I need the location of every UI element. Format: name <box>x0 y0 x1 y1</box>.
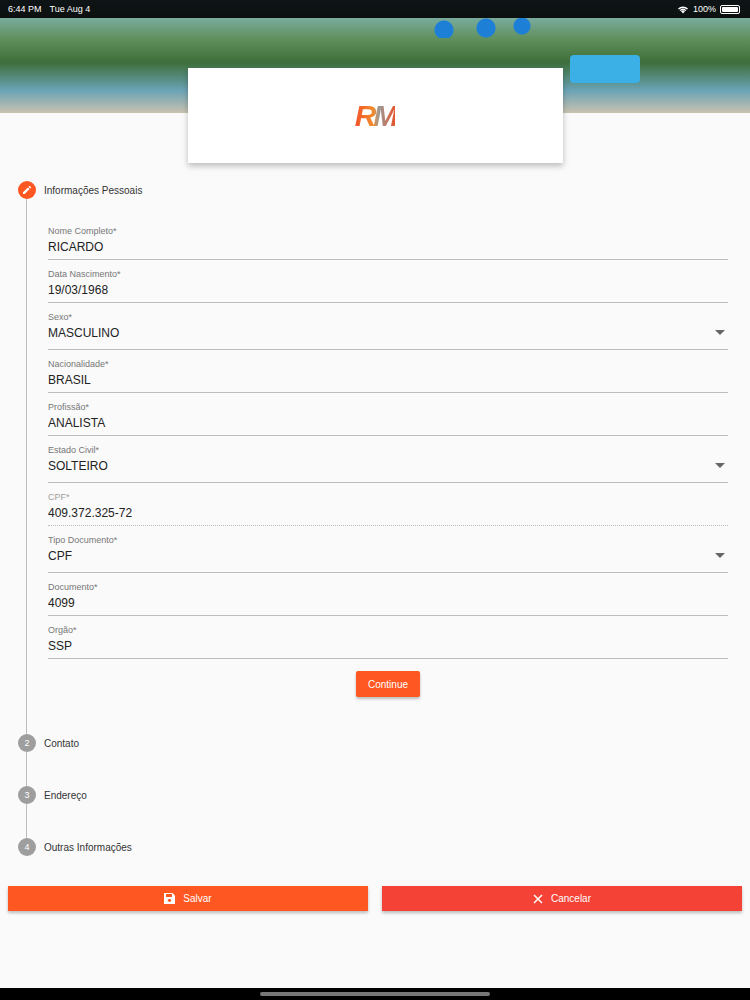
field-label: Data Nascimento* <box>48 269 728 280</box>
photo-detail <box>420 18 540 38</box>
wifi-icon <box>677 5 689 14</box>
step-label[interactable]: Contato <box>44 738 79 749</box>
text-field[interactable]: Data Nascimento* 19/03/1968 <box>48 260 728 303</box>
field-label: Nome Completo* <box>48 226 728 237</box>
field-main: Sexo* MASCULINO <box>48 312 709 341</box>
field-label: Profissão* <box>48 402 728 413</box>
step-header[interactable]: 2 Contato <box>18 734 728 752</box>
select-field[interactable]: Sexo* MASCULINO <box>48 303 728 350</box>
field-label: Orgão* <box>48 625 728 636</box>
status-bar: 6:44 PM Tue Aug 4 100% <box>0 0 750 18</box>
field-value[interactable]: MASCULINO <box>48 326 709 341</box>
dropdown-arrow-icon <box>715 553 725 559</box>
field-label: Tipo Documento* <box>48 535 709 546</box>
logo-card: RM <box>188 68 563 163</box>
step-connector <box>26 804 728 838</box>
stepper: Informações Pessoais Nome Completo* RICARD… <box>0 163 750 886</box>
battery-icon <box>720 5 740 14</box>
step-content: Nome Completo* RICARDO Data Nascimento* 19/… <box>26 199 728 734</box>
cancel-button[interactable]: Cancelar <box>382 886 742 911</box>
field-main: Documento* 4099 <box>48 582 728 611</box>
save-icon <box>164 893 175 904</box>
text-field[interactable]: Nacionalidade* BRASIL <box>48 350 728 393</box>
field-value[interactable]: ANALISTA <box>48 416 728 431</box>
text-field[interactable]: CPF* 409.372.325-72 <box>48 483 728 526</box>
field-value[interactable]: CPF <box>48 549 709 564</box>
step-label[interactable]: Endereço <box>44 790 87 801</box>
step-header[interactable]: Informações Pessoais <box>18 181 728 199</box>
continue-row: Continue <box>48 671 728 697</box>
step-number-text: 4 <box>24 842 29 852</box>
field-label: Sexo* <box>48 312 709 323</box>
home-bar <box>0 988 750 1000</box>
field-value[interactable]: 19/03/1968 <box>48 283 728 298</box>
close-icon <box>533 894 543 904</box>
battery-fill <box>722 7 738 12</box>
step-connector <box>26 752 728 786</box>
step-active-indicator <box>18 181 36 199</box>
field-label: Estado Civil* <box>48 445 709 456</box>
dropdown-arrow-icon <box>715 330 725 336</box>
battery-percent: 100% <box>693 4 716 14</box>
save-label: Salvar <box>183 893 211 904</box>
status-date: Tue Aug 4 <box>50 4 91 14</box>
text-field[interactable]: Orgão* SSP <box>48 616 728 659</box>
pencil-icon <box>22 185 32 195</box>
field-label: CPF* <box>48 492 728 503</box>
step-number-text: 3 <box>24 790 29 800</box>
text-field[interactable]: Documento* 4099 <box>48 573 728 616</box>
logo: RM <box>355 99 396 133</box>
save-button[interactable]: Salvar <box>8 886 368 911</box>
step-number: 3 <box>18 786 36 804</box>
step-number: 2 <box>18 734 36 752</box>
home-indicator[interactable] <box>260 992 490 996</box>
field-main: Data Nascimento* 19/03/1968 <box>48 269 728 298</box>
status-time: 6:44 PM <box>8 4 42 14</box>
step-header[interactable]: 4 Outras Informações <box>18 838 728 856</box>
text-field[interactable]: Nome Completo* RICARDO <box>48 217 728 260</box>
field-main: Orgão* SSP <box>48 625 728 654</box>
step-spacer <box>18 856 728 886</box>
field-main: Estado Civil* SOLTEIRO <box>48 445 709 474</box>
step-label[interactable]: Informações Pessoais <box>44 185 142 196</box>
field-value[interactable]: 409.372.325-72 <box>48 506 728 521</box>
cancel-label: Cancelar <box>551 893 591 904</box>
status-left: 6:44 PM Tue Aug 4 <box>8 4 90 14</box>
field-main: Nome Completo* RICARDO <box>48 226 728 255</box>
text-field[interactable]: Profissão* ANALISTA <box>48 393 728 436</box>
field-main: CPF* 409.372.325-72 <box>48 492 728 521</box>
field-value[interactable]: SOLTEIRO <box>48 459 709 474</box>
field-label: Nacionalidade* <box>48 359 728 370</box>
field-label: Documento* <box>48 582 728 593</box>
step-number: 4 <box>18 838 36 856</box>
step-label[interactable]: Outras Informações <box>44 842 132 853</box>
field-main: Profissão* ANALISTA <box>48 402 728 431</box>
field-main: Tipo Documento* CPF <box>48 535 709 564</box>
action-bar: Salvar Cancelar <box>0 886 750 911</box>
select-field[interactable]: Tipo Documento* CPF <box>48 526 728 573</box>
field-value[interactable]: SSP <box>48 639 728 654</box>
field-value[interactable]: 4099 <box>48 596 728 611</box>
photo-detail <box>570 55 640 83</box>
status-right: 100% <box>677 4 740 14</box>
field-main: Nacionalidade* BRASIL <box>48 359 728 388</box>
step-number-text: 2 <box>24 738 29 748</box>
continue-button[interactable]: Continue <box>356 671 420 697</box>
dropdown-arrow-icon <box>715 463 725 469</box>
field-value[interactable]: BRASIL <box>48 373 728 388</box>
step-header[interactable]: 3 Endereço <box>18 786 728 804</box>
select-field[interactable]: Estado Civil* SOLTEIRO <box>48 436 728 483</box>
field-value[interactable]: RICARDO <box>48 240 728 255</box>
